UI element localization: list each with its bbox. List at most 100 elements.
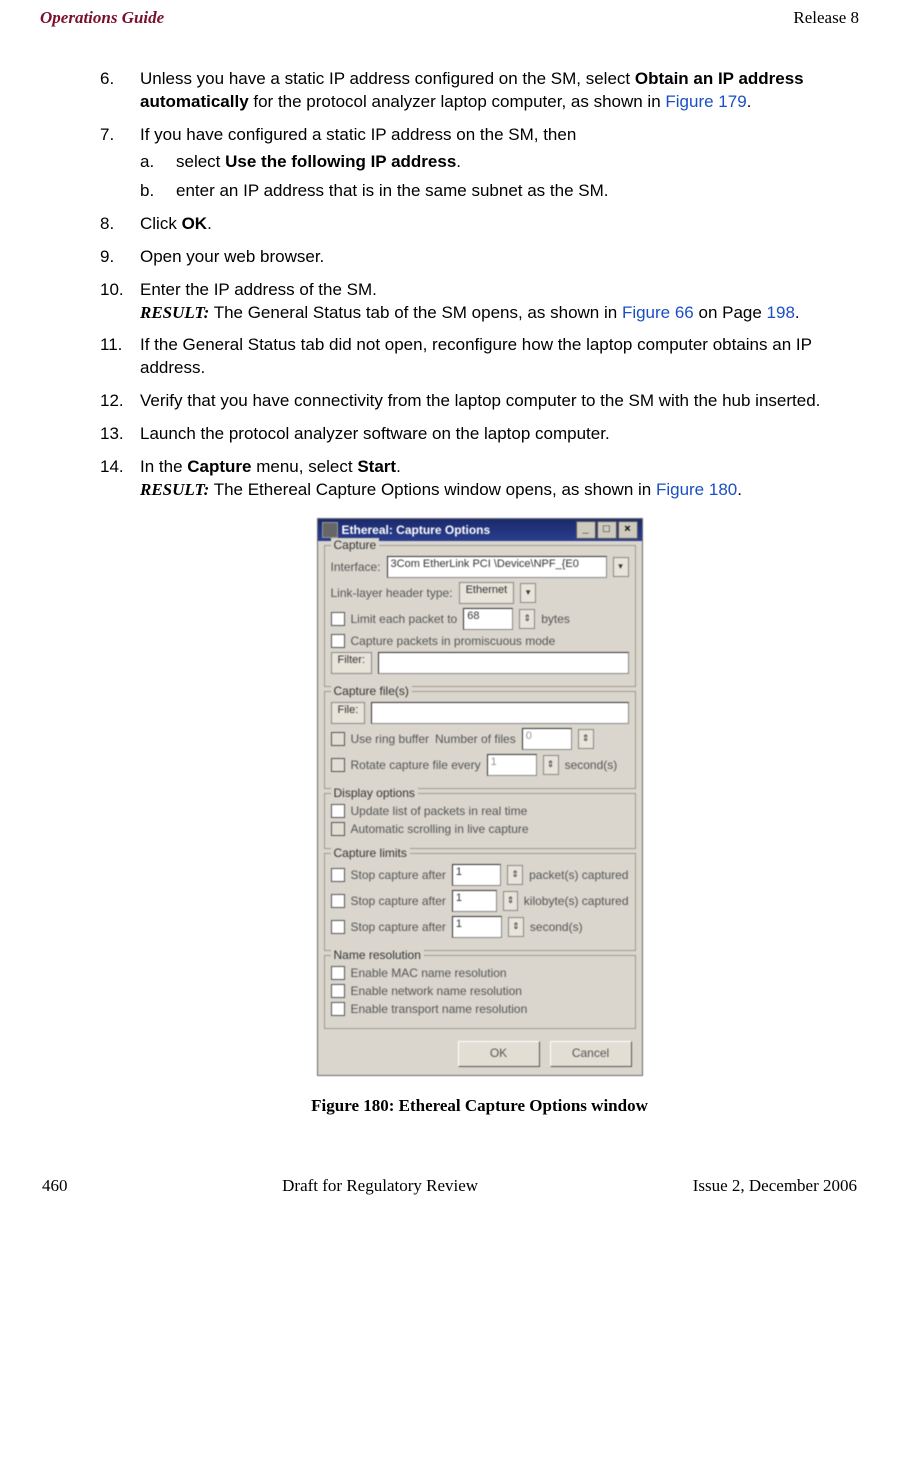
net-checkbox[interactable] xyxy=(331,984,345,998)
link-page-198[interactable]: 198 xyxy=(767,303,795,322)
ok-button[interactable]: OK xyxy=(458,1041,540,1067)
group-name-resolution: Name resolution Enable MAC name resoluti… xyxy=(324,955,636,1029)
cancel-button[interactable]: Cancel xyxy=(550,1041,632,1067)
step-text: If you have configured a static IP addre… xyxy=(140,125,576,144)
limit-value[interactable]: 68 xyxy=(463,608,513,630)
close-button[interactable]: × xyxy=(618,521,638,539)
linklayer-label: Link-layer header type: xyxy=(331,586,453,600)
stop-kb-checkbox[interactable] xyxy=(331,894,345,908)
trans-label: Enable transport name resolution xyxy=(351,1002,528,1016)
step-7: 7. If you have configured a static IP ad… xyxy=(100,124,859,203)
stop-value[interactable]: 1 xyxy=(452,890,497,912)
header-left: Operations Guide xyxy=(40,8,164,28)
page-header: Operations Guide Release 8 xyxy=(40,8,859,28)
step-text: Enter the IP address of the SM. xyxy=(140,280,377,299)
step-number: 10. xyxy=(100,279,124,302)
rotate-checkbox[interactable] xyxy=(331,758,345,772)
step-text: If the General Status tab did not open, … xyxy=(140,335,812,377)
autoscroll-checkbox[interactable] xyxy=(331,822,345,836)
stop-label: Stop capture after xyxy=(351,868,446,882)
stop-packets-checkbox[interactable] xyxy=(331,868,345,882)
dropdown-icon[interactable]: ▾ xyxy=(613,557,629,577)
linklayer-value[interactable]: Ethernet xyxy=(459,582,515,604)
instruction-list: 6. Unless you have a static IP address c… xyxy=(100,68,859,502)
step-text: . xyxy=(737,480,742,499)
stop-value[interactable]: 1 xyxy=(452,864,501,886)
content-body: 6. Unless you have a static IP address c… xyxy=(100,68,859,1116)
figure-caption: Figure 180: Ethereal Capture Options win… xyxy=(100,1096,859,1116)
step-13: 13. Launch the protocol analyzer softwar… xyxy=(100,423,859,446)
step-bold: Use the following IP address xyxy=(225,152,456,171)
file-button[interactable]: File: xyxy=(331,702,366,724)
step-text: for the protocol analyzer laptop compute… xyxy=(249,92,666,111)
filter-button[interactable]: Filter: xyxy=(331,652,373,674)
step-7b: b. enter an IP address that is in the sa… xyxy=(140,180,859,203)
legend-files: Capture file(s) xyxy=(331,684,412,698)
step-text: menu, select xyxy=(252,457,358,476)
update-checkbox[interactable] xyxy=(331,804,345,818)
group-display: Display options Update list of packets i… xyxy=(324,793,636,849)
step-bold: Capture xyxy=(187,457,251,476)
maximize-button[interactable]: □ xyxy=(597,521,617,539)
ring-checkbox[interactable] xyxy=(331,732,345,746)
step-number: 9. xyxy=(100,246,114,269)
link-figure-180[interactable]: Figure 180 xyxy=(656,480,737,499)
spinner-icon[interactable]: ⇕ xyxy=(503,891,517,911)
step-text: on Page xyxy=(694,303,767,322)
filter-input[interactable] xyxy=(378,652,629,674)
step-text: Open your web browser. xyxy=(140,247,324,266)
result-label: RESULT: xyxy=(140,480,209,499)
spinner-icon[interactable]: ⇕ xyxy=(519,609,535,629)
legend-display: Display options xyxy=(331,786,418,800)
trans-checkbox[interactable] xyxy=(331,1002,345,1016)
step-12: 12. Verify that you have connectivity fr… xyxy=(100,390,859,413)
promisc-checkbox[interactable] xyxy=(331,634,345,648)
interface-input[interactable]: 3Com EtherLink PCI \Device\NPF_{E0 xyxy=(387,556,607,578)
spinner-icon[interactable]: ⇕ xyxy=(508,917,524,937)
rotate-value[interactable]: 1 xyxy=(487,754,537,776)
sub-list: a. select Use the following IP address. … xyxy=(140,151,859,203)
page-footer: 460 Draft for Regulatory Review Issue 2,… xyxy=(40,1176,859,1196)
group-capture: Capture Interface: 3Com EtherLink PCI \D… xyxy=(324,545,636,687)
header-right: Release 8 xyxy=(793,8,859,28)
link-figure-66[interactable]: Figure 66 xyxy=(622,303,694,322)
figure-180: Ethereal: Capture Options _ □ × Capture … xyxy=(100,518,859,1116)
step-text: The General Status tab of the SM opens, … xyxy=(209,303,622,322)
file-input[interactable] xyxy=(371,702,628,724)
minimize-button[interactable]: _ xyxy=(576,521,596,539)
window-buttons: _ □ × xyxy=(576,521,638,539)
mac-checkbox[interactable] xyxy=(331,966,345,980)
spinner-icon[interactable]: ⇕ xyxy=(578,729,594,749)
stop-label: Stop capture after xyxy=(351,920,446,934)
autoscroll-label: Automatic scrolling in live capture xyxy=(351,822,529,836)
limit-checkbox[interactable] xyxy=(331,612,345,626)
spinner-icon[interactable]: ⇕ xyxy=(543,755,559,775)
app-icon xyxy=(322,522,338,538)
rotate-unit: second(s) xyxy=(565,758,618,772)
stop-unit: packet(s) captured xyxy=(529,868,628,882)
interface-label: Interface: xyxy=(331,560,381,574)
footer-center: Draft for Regulatory Review xyxy=(68,1176,693,1196)
legend-limits: Capture limits xyxy=(331,846,410,860)
step-8: 8. Click OK. xyxy=(100,213,859,236)
step-text: Unless you have a static IP address conf… xyxy=(140,69,635,88)
stop-value[interactable]: 1 xyxy=(452,916,502,938)
step-text: . xyxy=(207,214,212,233)
step-text: In the xyxy=(140,457,187,476)
stop-sec-checkbox[interactable] xyxy=(331,920,345,934)
step-number: 8. xyxy=(100,213,114,236)
ring-files-value[interactable]: 0 xyxy=(522,728,572,750)
step-text: Verify that you have connectivity from t… xyxy=(140,391,820,410)
step-7a: a. select Use the following IP address. xyxy=(140,151,859,174)
step-text: . xyxy=(747,92,752,111)
dropdown-icon[interactable]: ▾ xyxy=(520,583,536,603)
step-text: The Ethereal Capture Options window open… xyxy=(209,480,656,499)
step-text: enter an IP address that is in the same … xyxy=(176,181,609,200)
spinner-icon[interactable]: ⇕ xyxy=(507,865,523,885)
step-text: . xyxy=(396,457,401,476)
result-label: RESULT: xyxy=(140,303,209,322)
step-number: 14. xyxy=(100,456,124,479)
link-figure-179[interactable]: Figure 179 xyxy=(665,92,746,111)
footer-page-number: 460 xyxy=(42,1176,68,1196)
step-number: 11. xyxy=(100,334,122,357)
